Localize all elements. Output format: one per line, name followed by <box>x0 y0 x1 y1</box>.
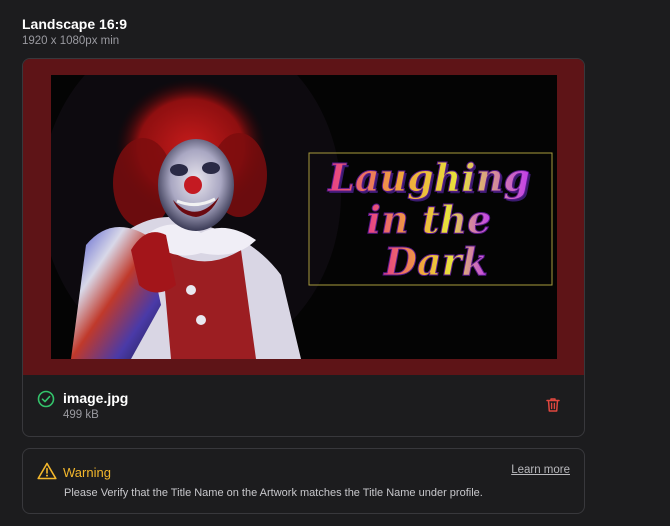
artwork-title-line1: Laughing <box>327 155 530 200</box>
artwork-title-line3: Dark <box>383 239 488 284</box>
trash-icon <box>546 398 560 412</box>
artwork-preview-image: Laughing Laughing in the Dark <box>51 75 557 359</box>
file-name: image.jpg <box>63 390 129 406</box>
artwork-preview-frame: Laughing Laughing in the Dark <box>23 59 584 375</box>
warning-message: Please Verify that the Title Name on the… <box>64 487 483 499</box>
uploaded-artwork-card: Laughing Laughing in the Dark image.jpg … <box>22 58 585 437</box>
file-info-row: image.jpg 499 kB <box>23 375 584 436</box>
delete-file-button[interactable] <box>544 396 562 414</box>
file-size: 499 kB <box>63 409 99 421</box>
warning-triangle-icon <box>37 462 57 480</box>
artwork-title-line2: in the <box>367 197 492 242</box>
learn-more-link[interactable]: Learn more <box>511 464 570 476</box>
artwork-size-title: Landscape 16:9 <box>22 16 128 32</box>
artwork-size-requirement: 1920 x 1080px min <box>22 35 120 47</box>
check-circle-icon <box>37 390 55 408</box>
warning-title: Warning <box>63 465 111 480</box>
title-warning-card: Warning Learn more Please Verify that th… <box>22 448 585 514</box>
